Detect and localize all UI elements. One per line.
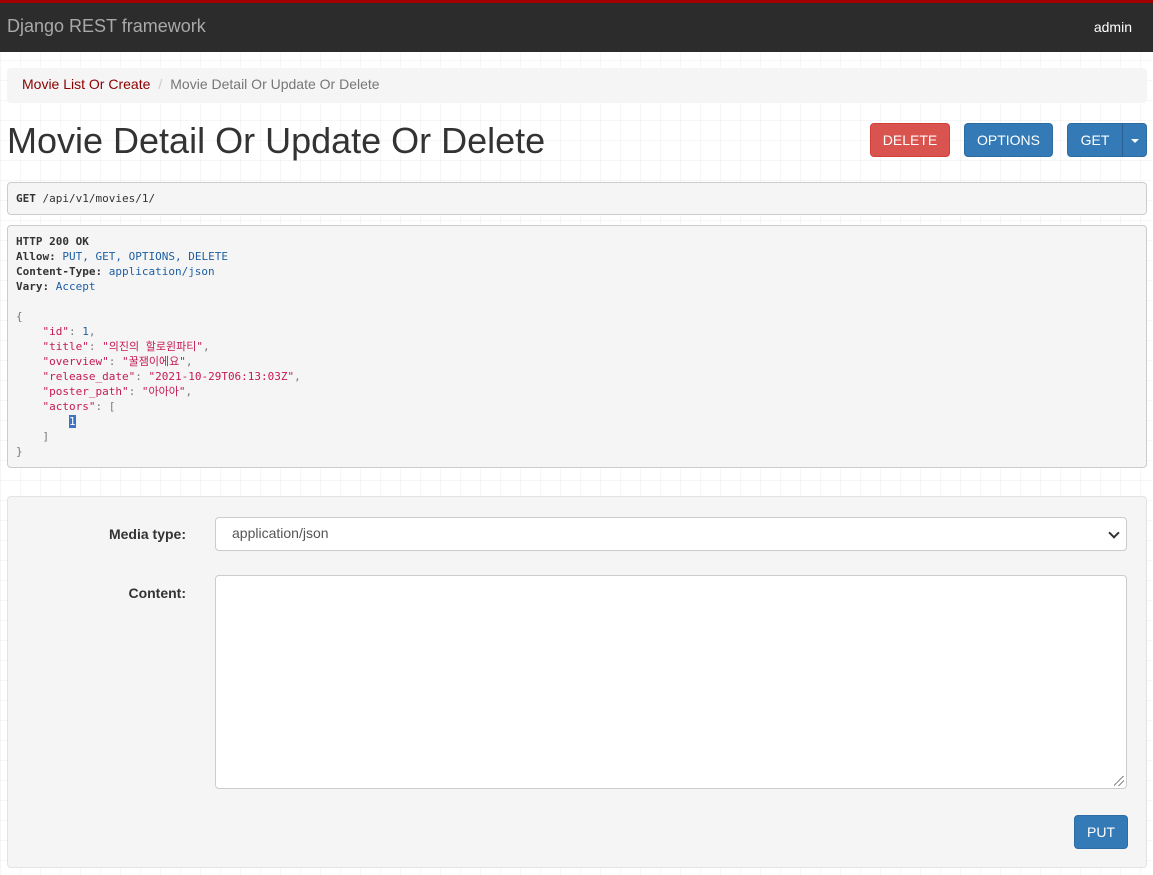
header-value-content-type: application/json [108,265,215,278]
header-name-vary: Vary: [16,280,50,293]
json-value-title: "의진의 할로윈파티" [102,340,203,353]
page-title: Movie Detail Or Update Or Delete [7,120,546,161]
user-menu[interactable]: admin [1094,19,1132,35]
options-button[interactable]: OPTIONS [964,123,1053,157]
navbar: Django REST framework admin [0,0,1153,52]
raw-data-form: Media type: application/json Content: PU… [7,496,1147,868]
get-button[interactable]: GET [1067,123,1123,157]
chevron-down-icon [1108,527,1120,539]
request-info: GET /api/v1/movies/1/ [7,182,1147,215]
content-textarea[interactable] [215,575,1127,789]
media-type-label: Media type: [108,526,186,542]
breadcrumb-separator: / [158,76,163,92]
content-label: Content: [128,585,186,601]
header-name-content-type: Content-Type: [16,265,103,278]
json-key-id: "id" [42,325,70,338]
breadcrumb-item-movie-list[interactable]: Movie List Or Create [22,76,150,92]
header-value-vary: Accept [55,280,96,293]
json-value-poster-path: "아아아" [141,385,186,398]
json-value-actor-item: 1 [68,415,76,428]
header-name-allow: Allow: [16,250,56,263]
media-type-select[interactable]: application/json [215,517,1127,551]
json-key-poster-path: "poster_path" [42,385,129,398]
json-key-actors: "actors" [42,400,96,413]
delete-button[interactable]: DELETE [870,123,950,157]
header-value-allow: PUT, GET, OPTIONS, DELETE [62,250,228,263]
response-info: HTTP 200 OK Allow: PUT, GET, OPTIONS, DE… [7,225,1147,468]
response-status: HTTP 200 OK [16,235,89,248]
get-format-dropdown-button[interactable] [1122,123,1147,157]
json-key-overview: "overview" [42,355,109,368]
json-value-release-date: "2021-10-29T06:13:03Z" [148,370,295,383]
caret-down-icon [1130,139,1139,144]
json-value-overview: "꿀잼이에요" [121,355,186,368]
request-path: /api/v1/movies/1/ [42,192,156,205]
put-button[interactable]: PUT [1074,815,1128,849]
brand-link[interactable]: Django REST framework [7,16,206,37]
json-value-id: 1 [82,325,89,338]
resize-handle-icon[interactable] [1114,776,1124,786]
json-key-release-date: "release_date" [42,370,136,383]
breadcrumb: Movie List Or Create / Movie Detail Or Upd… [7,68,1147,103]
request-method: GET [16,192,36,205]
json-key-title: "title" [42,340,89,353]
media-type-selected-value: application/json [232,525,329,541]
breadcrumb-item-current: Movie Detail Or Update Or Delete [170,76,380,92]
